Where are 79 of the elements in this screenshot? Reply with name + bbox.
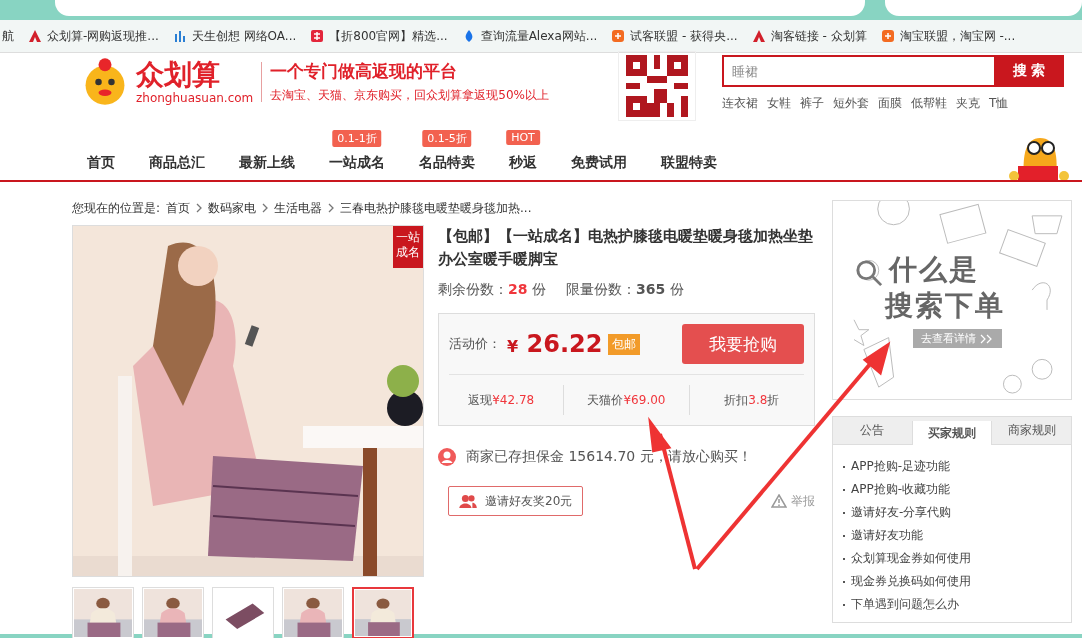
bookmark[interactable]: 查询流量Alexa网站... [461, 27, 598, 45]
rule-link[interactable]: 邀请好友-分享代购 [851, 504, 952, 521]
hot-word-link[interactable]: 裤子 [800, 95, 824, 112]
hot-word-link[interactable]: 女鞋 [767, 95, 791, 112]
bookmark[interactable]: 试客联盟 - 获得央... [611, 27, 738, 45]
warning-icon [771, 494, 787, 508]
logo-icon [28, 29, 42, 43]
users-icon [459, 494, 477, 508]
hot-word-link[interactable]: 低帮鞋 [911, 95, 947, 112]
bookmark[interactable]: 天生创想 网络OA... [172, 27, 297, 45]
rules-tab[interactable]: 商家规则 [992, 417, 1071, 444]
price-stat: 折扣3.8折 [688, 385, 814, 415]
price-stat: 返现¥42.78 [467, 392, 536, 409]
nav-link[interactable]: 一站成名 [329, 154, 385, 170]
chevron-icon [328, 203, 335, 213]
banner-headline: 什么是 [889, 252, 979, 288]
sub-slogan: 去淘宝、天猫、京东购买，回众划算拿返现50%以上 [270, 87, 549, 104]
hot-word-link[interactable]: 夹克 [956, 95, 980, 112]
buy-button[interactable]: 我要抢购 [682, 324, 804, 364]
breadcrumb-link[interactable]: 生活电器 [274, 199, 323, 217]
rule-link[interactable]: 邀请好友功能 [851, 527, 923, 544]
chevron-icon [196, 203, 203, 213]
invite-button[interactable]: 邀请好友奖20元 [448, 486, 584, 516]
plus-square-icon [611, 29, 626, 43]
square-icon [310, 29, 325, 43]
nav-link[interactable]: 联盟特卖 [661, 154, 717, 170]
corner-badge: 一站成名 [393, 226, 423, 268]
thumbnail[interactable] [352, 587, 414, 638]
nav-link[interactable]: 最新上线 [239, 154, 295, 170]
price-label: 活动价： [449, 335, 501, 353]
rule-link[interactable]: APP抢购-收藏功能 [851, 481, 950, 498]
logo-icon [751, 29, 766, 43]
product-title: 【包邮】【一站成名】电热护膝毯电暖垫暖身毯加热坐垫办公室暖手暖脚宝 [438, 226, 814, 270]
rules-tab[interactable]: 买家规则 [911, 421, 993, 445]
rule-link[interactable]: APP抢购-足迹功能 [851, 458, 950, 475]
hot-word-link[interactable]: T恤 [989, 95, 1009, 112]
stock-count: 剩余份数：28 份 [438, 281, 546, 299]
breadcrumb-link[interactable]: 首页 [166, 199, 191, 217]
nav-link[interactable]: 秒返 [509, 154, 537, 170]
search-button[interactable]: 搜 索 [994, 55, 1064, 87]
banner-headline: 搜索下单 [885, 288, 1005, 324]
price: ¥ 26.22 [507, 330, 603, 358]
hot-word-link[interactable]: 连衣裙 [722, 95, 758, 112]
breadcrumb-link[interactable]: 数码家电 [208, 199, 257, 217]
brand-domain: zhonghuasuan.com [136, 91, 254, 105]
slogan: 一个专门做高返现的平台 [270, 60, 459, 83]
breadcrumb-link[interactable]: 三春电热护膝毯电暖垫暖身毯加热... [340, 199, 532, 217]
brand-name: 众划算 [136, 59, 221, 91]
price-stat: 天猫价¥69.00 [563, 385, 689, 415]
rule-link[interactable]: 现金券兑换码如何使用 [851, 573, 971, 590]
user-icon [438, 448, 456, 466]
bars-icon [172, 29, 187, 43]
nav-badge: HOT [506, 130, 540, 145]
chevron-icon [262, 203, 269, 213]
search-field[interactable]: 睡裙 [722, 55, 994, 87]
nav-link[interactable]: 名品特卖 [419, 154, 475, 170]
rule-link[interactable]: 众划算现金券如何使用 [851, 550, 971, 567]
stock-count: 限量份数：365 份 [565, 281, 684, 299]
deposit-notice: 商家已存担保金 15614.70 元，请放心购买！ [466, 448, 752, 466]
nav-badge: 0.1-1折 [332, 130, 382, 147]
nav-link[interactable]: 首页 [87, 154, 115, 170]
bookmark[interactable]: 【折800官网】精选... [310, 27, 448, 45]
bookmark[interactable]: 淘客链接 - 众划算 [751, 27, 867, 45]
rules-tab[interactable]: 公告 [833, 417, 912, 444]
rule-link[interactable]: 下单遇到问题怎么办 [851, 596, 959, 613]
magnifier-icon [855, 259, 883, 287]
hot-word-link[interactable]: 短外套 [833, 95, 869, 112]
banner-ad[interactable]: 什么是 搜索下单 去查看详情 [832, 200, 1072, 400]
nav-link[interactable]: 免费试用 [571, 154, 627, 170]
breadcrumb-label: 您现在的位置是: [72, 199, 161, 217]
double-chevron-icon [980, 333, 994, 344]
hot-word-link[interactable]: 面膜 [878, 95, 902, 112]
bookmark[interactable]: 淘宝联盟，淘宝网 -... [880, 27, 1016, 45]
bookmark[interactable]: 众划算-网购返现推... [28, 27, 159, 45]
nav-link[interactable]: 商品总汇 [149, 154, 205, 170]
bookmark[interactable]: 航 [2, 27, 14, 45]
nav-badge: 0.1-5折 [422, 130, 472, 147]
free-shipping-tag: 包邮 [608, 333, 641, 355]
plus-square-icon [880, 29, 895, 43]
